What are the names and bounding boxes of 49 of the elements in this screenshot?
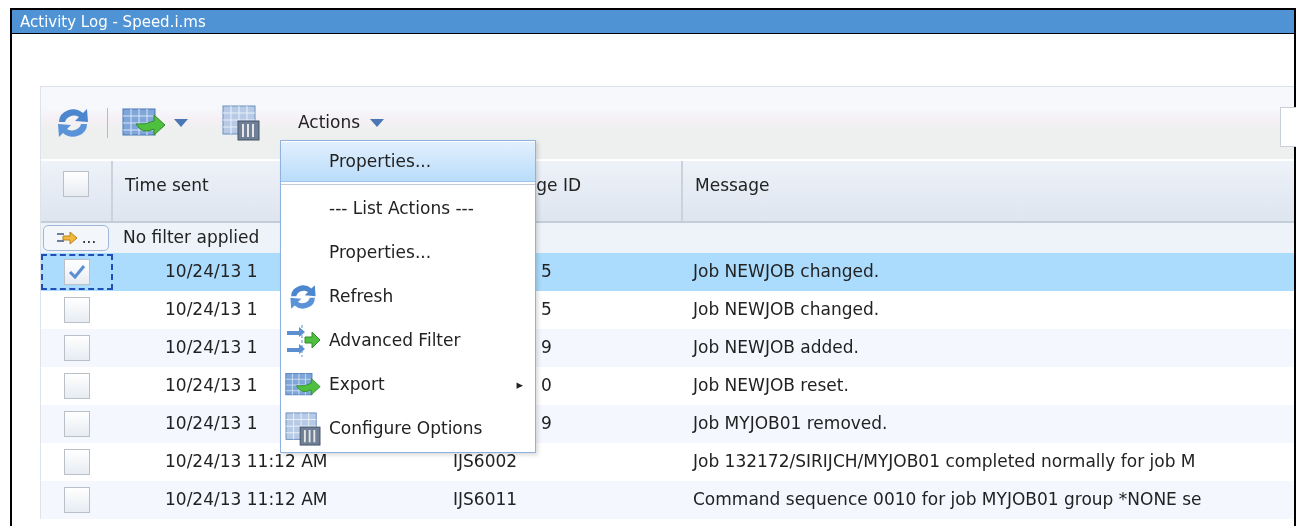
table-sliders-icon	[285, 412, 321, 446]
filter-arrows-icon	[285, 324, 321, 358]
actions-menu-button[interactable]: Actions	[294, 110, 389, 136]
checkbox[interactable]	[64, 449, 90, 475]
checkbox[interactable]	[64, 411, 90, 437]
checkbox[interactable]	[64, 335, 90, 361]
table-cell: 0	[541, 375, 552, 396]
table-row[interactable]: 10/24/13 11:12 AM IJS6011 Command sequence 0010 for job MYJOB01 group *NONE se	[41, 481, 1294, 519]
checkbox[interactable]	[64, 373, 90, 399]
window-title: Activity Log - Speed.i.ms	[12, 10, 1294, 34]
export-button[interactable]	[122, 107, 188, 139]
caret-icon	[370, 119, 385, 127]
table-cell: 5	[541, 261, 552, 282]
table-cell: Job NEWJOB changed.	[693, 299, 880, 320]
search-field[interactable]	[1280, 107, 1296, 147]
table-cell: Job NEWJOB reset.	[693, 375, 849, 396]
checkbox[interactable]	[63, 171, 89, 197]
checkbox[interactable]	[64, 297, 90, 323]
column-header[interactable]: Message	[695, 175, 770, 195]
filter-button[interactable]: ...	[43, 225, 109, 251]
table-cell: 10/24/13 1	[165, 337, 258, 358]
table-cell: 9	[541, 337, 552, 358]
check-icon	[68, 264, 86, 280]
table-cell: Job MYJOB01 removed.	[693, 413, 888, 434]
table-cell: 10/24/13 11:12 AM	[165, 489, 328, 510]
table-cell: 10/24/13 1	[165, 375, 258, 396]
table-cell: 9	[541, 413, 552, 434]
table-cell: 10/24/13 1	[165, 413, 258, 434]
table-arrow-icon	[122, 107, 166, 139]
menu-item[interactable]: Properties...	[281, 142, 535, 182]
table-cell: IJS6002	[453, 451, 518, 472]
caret-icon	[174, 119, 188, 127]
table-cell: 5	[541, 299, 552, 320]
table-cell: Job NEWJOB changed.	[693, 261, 880, 282]
filter-status: No filter applied	[123, 226, 260, 250]
checkbox[interactable]	[64, 259, 90, 285]
menu-heading: --- List Actions ---	[328, 197, 475, 221]
table-cell: 10/24/13 1	[165, 299, 258, 320]
table-cell: Job NEWJOB added.	[693, 337, 859, 358]
column-header[interactable]: Time sent	[125, 175, 209, 195]
table-cell: Command sequence 0010 for job MYJOB01 group *NONE se	[693, 489, 1202, 510]
checkbox[interactable]	[64, 487, 90, 513]
column-header[interactable]: ge ID	[536, 173, 581, 221]
table-sliders-icon[interactable]	[222, 105, 260, 141]
table-cell: IJS6011	[453, 489, 518, 510]
table-cell: 10/24/13 1	[165, 261, 258, 282]
table-cell: 10/24/13 11:12 AM	[165, 451, 328, 472]
filter-arrows-icon	[55, 231, 78, 245]
table-cell: Job 132172/SIRIJCH/MYJOB01 completed normally for job M	[693, 451, 1196, 472]
